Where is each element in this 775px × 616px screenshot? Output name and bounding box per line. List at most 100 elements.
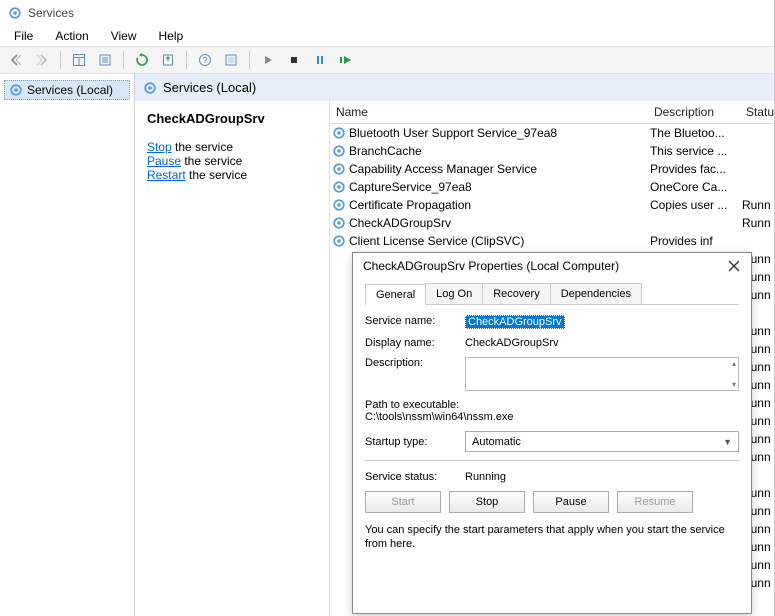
service-name-cell: CheckADGroupSrv <box>349 216 451 230</box>
refresh-button[interactable] <box>130 49 154 71</box>
menu-file[interactable]: File <box>4 27 43 45</box>
restart-action: Restart the service <box>147 168 317 182</box>
label-startup: Startup type: <box>365 436 465 448</box>
help-button[interactable]: ? <box>193 49 217 71</box>
resume-button: Resume <box>617 491 693 513</box>
service-desc-cell: This service ... <box>650 144 742 158</box>
label-description: Description: <box>365 357 465 369</box>
dialog-title: CheckADGroupSrv Properties (Local Comput… <box>363 259 619 273</box>
forward-button[interactable] <box>30 49 54 71</box>
gear-icon <box>332 198 346 212</box>
gear-icon <box>9 83 23 97</box>
service-desc-cell: Provides inf <box>650 234 742 248</box>
table-row[interactable]: CheckADGroupSrv Runn <box>330 214 774 232</box>
service-desc-cell: OneCore Ca... <box>650 180 742 194</box>
service-name-cell: CaptureService_97ea8 <box>349 180 472 194</box>
start-button: Start <box>365 491 441 513</box>
label-status: Service status: <box>365 471 465 483</box>
app-icon <box>8 6 22 20</box>
table-row[interactable]: Client License Service (ClipSVC) Provides… <box>330 232 774 250</box>
service-status-cell: Runn <box>742 198 774 212</box>
window-title: Services <box>28 6 74 20</box>
gear-icon <box>143 81 157 95</box>
tab-dependencies[interactable]: Dependencies <box>550 283 642 304</box>
col-name[interactable]: Name <box>336 105 654 119</box>
properties-toolbar-button[interactable] <box>93 49 117 71</box>
pause-button[interactable]: Pause <box>533 491 609 513</box>
svg-text:?: ? <box>203 56 208 65</box>
gear-icon <box>332 162 346 176</box>
tab-logon[interactable]: Log On <box>425 283 483 304</box>
chevron-down-icon: ▼ <box>723 437 732 447</box>
pause-service-button[interactable] <box>308 49 332 71</box>
label-service-name: Service name: <box>365 315 465 327</box>
divider <box>365 460 739 461</box>
service-desc-cell: Copies user ... <box>650 198 742 212</box>
tree-root-label: Services (Local) <box>27 83 113 97</box>
col-description[interactable]: Description <box>654 105 746 119</box>
menu-help[interactable]: Help <box>149 27 194 45</box>
table-row[interactable]: CaptureService_97ea8 OneCore Ca... <box>330 178 774 196</box>
detail-panel: CheckADGroupSrv Stop the service Pause t… <box>135 101 329 616</box>
service-desc-cell: Provides fac... <box>650 162 742 176</box>
tree-root-services-local[interactable]: Services (Local) <box>4 80 130 100</box>
col-status[interactable]: Statu <box>746 105 774 119</box>
value-service-name[interactable]: CheckADGroupSrv <box>465 315 565 329</box>
tab-recovery[interactable]: Recovery <box>482 283 550 304</box>
table-row[interactable]: Capability Access Manager Service Provide… <box>330 160 774 178</box>
pause-action: Pause the service <box>147 154 317 168</box>
restart-service-button[interactable] <box>334 49 358 71</box>
gear-icon <box>332 144 346 158</box>
service-name-cell: Capability Access Manager Service <box>349 162 537 176</box>
grid-header: Name Description Statu <box>330 101 774 124</box>
label-display-name: Display name: <box>365 337 465 349</box>
stop-link[interactable]: Stop <box>147 140 172 154</box>
service-name-cell: Bluetooth User Support Service_97ea8 <box>349 126 557 140</box>
chevron-down-icon[interactable]: ▾ <box>732 380 736 389</box>
main-header-label: Services (Local) <box>163 80 256 95</box>
toolbar: ? <box>0 46 774 74</box>
service-name-cell: Client License Service (ClipSVC) <box>349 234 524 248</box>
dialog-note: You can specify the start parameters tha… <box>365 523 739 552</box>
main-header: Services (Local) <box>135 74 774 101</box>
selected-service-name: CheckADGroupSrv <box>147 111 317 126</box>
stop-service-button[interactable] <box>282 49 306 71</box>
service-desc-cell: The Bluetoo... <box>650 126 742 140</box>
title-bar: Services <box>0 0 774 26</box>
value-status: Running <box>465 471 739 483</box>
back-button[interactable] <box>4 49 28 71</box>
gear-icon <box>332 180 346 194</box>
chevron-up-icon[interactable]: ▴ <box>732 359 736 368</box>
restart-link[interactable]: Restart <box>147 168 186 182</box>
properties-dialog: CheckADGroupSrv Properties (Local Comput… <box>352 252 752 614</box>
table-row[interactable]: Bluetooth User Support Service_97ea8 The … <box>330 124 774 142</box>
service-name-cell: BranchCache <box>349 144 422 158</box>
value-path: C:\tools\nssm\win64\nssm.exe <box>365 411 739 423</box>
startup-type-select[interactable]: Automatic ▼ <box>465 431 739 452</box>
description-box[interactable]: ▴ ▾ <box>465 357 739 391</box>
startup-type-value: Automatic <box>472 436 521 448</box>
export-list-button[interactable] <box>156 49 180 71</box>
start-service-button[interactable] <box>256 49 280 71</box>
tab-general[interactable]: General <box>365 284 426 305</box>
view-options-button[interactable] <box>67 49 91 71</box>
service-status-cell: Runn <box>742 216 774 230</box>
close-button[interactable] <box>727 259 741 273</box>
gear-icon <box>332 126 346 140</box>
gear-icon <box>332 234 346 248</box>
label-path: Path to executable: <box>365 399 739 411</box>
value-display-name: CheckADGroupSrv <box>465 337 739 349</box>
tree-pane: Services (Local) <box>0 74 135 616</box>
table-row[interactable]: BranchCache This service ... <box>330 142 774 160</box>
stop-action: Stop the service <box>147 140 317 154</box>
menu-action[interactable]: Action <box>45 27 98 45</box>
dialog-tabs: General Log On Recovery Dependencies <box>365 283 739 305</box>
table-row[interactable]: Certificate Propagation Copies user ...Ru… <box>330 196 774 214</box>
stop-button[interactable]: Stop <box>449 491 525 513</box>
service-name-cell: Certificate Propagation <box>349 198 471 212</box>
properties-button[interactable] <box>219 49 243 71</box>
pause-link[interactable]: Pause <box>147 154 181 168</box>
menu-bar: File Action View Help <box>0 26 774 46</box>
gear-icon <box>332 216 346 230</box>
menu-view[interactable]: View <box>101 27 147 45</box>
